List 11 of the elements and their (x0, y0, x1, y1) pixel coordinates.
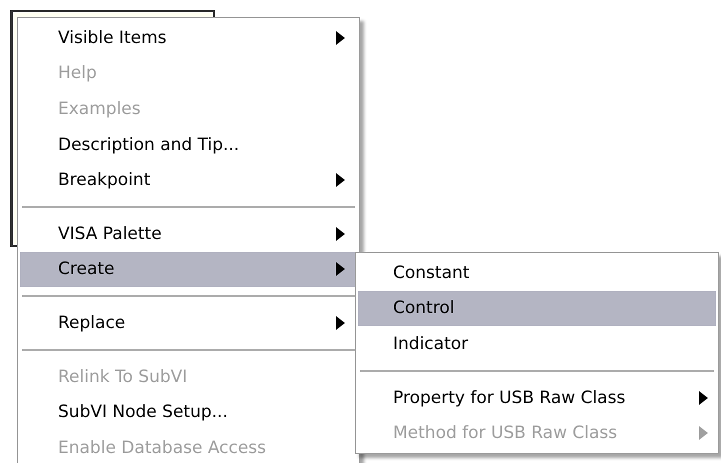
menu-item[interactable]: Property for USB Raw Class (358, 380, 716, 416)
menu-item[interactable]: Create (20, 252, 357, 288)
menu-item[interactable]: Description and Tip... (20, 126, 357, 162)
menu-item[interactable]: Replace (20, 305, 357, 341)
menu-item[interactable]: Constant (358, 255, 716, 291)
menu-item[interactable]: SubVI Node Setup... (20, 394, 357, 430)
menu-item[interactable]: Control (358, 290, 716, 326)
menu-item[interactable]: Indicator (358, 326, 716, 362)
menu-item[interactable]: VISA Palette (20, 216, 357, 252)
menu-item[interactable]: Breakpoint (20, 162, 357, 198)
menu-item[interactable]: Visible Items (20, 20, 357, 56)
